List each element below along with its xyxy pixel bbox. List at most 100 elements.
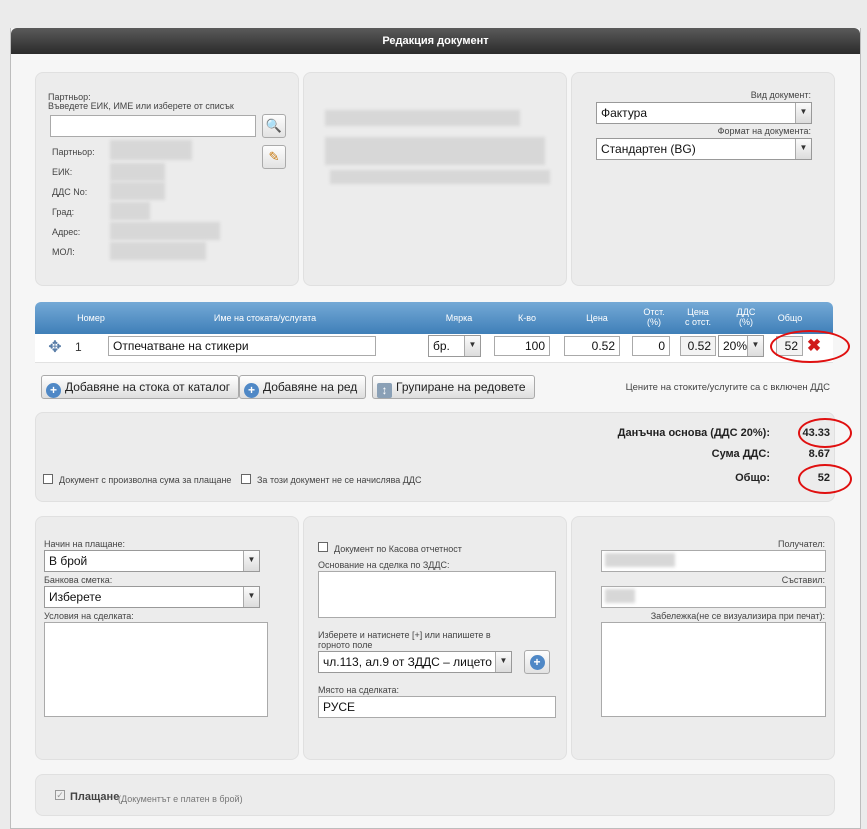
- disc-price-input[interactable]: [680, 336, 716, 356]
- col-vat-line1: ДДС: [736, 307, 756, 317]
- vat-value: 20%: [723, 339, 748, 353]
- plus-circle-icon: +: [244, 383, 259, 398]
- company-info-redacted-3: [330, 170, 550, 184]
- partner-name-label: Партньор:: [52, 147, 95, 157]
- note-label: Забележка(не се визуализира при печат):: [650, 611, 825, 621]
- author-redacted: [605, 589, 635, 603]
- col-unit: Мярка: [445, 313, 473, 323]
- col-discount-line1: Отст.: [643, 307, 665, 317]
- col-discount-line2: (%): [647, 317, 661, 327]
- partner-search-input[interactable]: [50, 115, 256, 137]
- add-basis-button[interactable]: +: [524, 650, 550, 674]
- col-vat-line2: (%): [739, 317, 753, 327]
- author-label: Съставил:: [781, 575, 825, 585]
- payment-method-select[interactable]: В брой ▼: [44, 550, 260, 572]
- recipient-label: Получател:: [777, 539, 825, 549]
- col-number: Номер: [77, 313, 105, 323]
- partner-lookup-button[interactable]: 🔍: [262, 114, 286, 138]
- company-info-redacted: [325, 110, 520, 126]
- partner-vat-label: ДДС No:: [52, 187, 88, 197]
- col-total: Общо: [777, 313, 803, 323]
- price-input[interactable]: [564, 336, 620, 356]
- add-from-catalog-label: Добавяне на стока от каталог: [65, 380, 231, 394]
- no-vat-checkbox[interactable]: [241, 474, 251, 484]
- chevron-down-icon: ▼: [243, 587, 259, 607]
- group-rows-label: Групиране на редовете: [396, 380, 526, 394]
- partner-city-redacted: [110, 202, 150, 220]
- pencil-icon: ✎: [268, 149, 280, 164]
- add-catalog-icon: +: [46, 383, 61, 398]
- choose-basis-label-1: Изберете и натиснете [+] или напишете в: [318, 630, 491, 640]
- add-row-label: Добавяне на ред: [263, 380, 358, 394]
- doc-type-value: Фактура: [601, 106, 648, 120]
- items-table-header: Номер Име на стоката/услугата Мярка К-во…: [35, 302, 833, 334]
- col-disc-price: Цена с отст.: [679, 307, 717, 327]
- item-name-input[interactable]: [108, 336, 376, 356]
- recipient-redacted: [605, 553, 675, 567]
- partner-mol-label: МОЛ:: [52, 247, 75, 257]
- col-name: Име на стоката/услугата: [213, 313, 317, 323]
- bank-account-value: Изберете: [49, 590, 102, 604]
- group-rows-button[interactable]: ↕ Групиране на редовете: [372, 375, 535, 399]
- doc-format-value: Стандартен (BG): [601, 142, 696, 156]
- vat-select[interactable]: 20% ▼: [718, 335, 764, 357]
- chevron-down-icon: ▼: [243, 551, 259, 571]
- partner-mol-redacted: [110, 242, 206, 260]
- col-vat: ДДС (%): [729, 307, 763, 327]
- col-disc-price-line1: Цена: [687, 307, 709, 317]
- doc-type-select[interactable]: Фактура ▼: [596, 102, 812, 124]
- grand-total-highlight: [798, 464, 852, 494]
- terms-textarea[interactable]: [44, 622, 268, 717]
- company-info-redacted-2: [325, 137, 545, 165]
- deal-place-input[interactable]: [318, 696, 556, 718]
- deal-basis-label: Основание на сделка по ЗДДС:: [318, 560, 450, 570]
- partner-city-label: Град:: [52, 207, 75, 217]
- arbitrary-sum-checkbox[interactable]: [43, 474, 53, 484]
- deal-basis-textarea[interactable]: [318, 571, 556, 618]
- group-rows-icon: ↕: [377, 383, 392, 398]
- table-row: ✥ 1 бр. ▼ 20% ▼ ✖: [35, 334, 833, 363]
- qty-input[interactable]: [494, 336, 550, 356]
- arbitrary-sum-label: Документ с произволна сума за плащане: [59, 475, 232, 485]
- partner-hint: Въведете ЕИК, ИМЕ или изберете от списък: [48, 101, 234, 111]
- window-title: Редакция документ: [11, 28, 860, 54]
- vat-amount-value: 8.67: [808, 448, 830, 460]
- partner-vat-redacted: [110, 182, 165, 200]
- discount-input[interactable]: [632, 336, 670, 356]
- add-from-catalog-button[interactable]: + Добавяне на стока от каталог: [41, 375, 240, 399]
- choose-basis-label-2: горното поле: [318, 640, 373, 650]
- no-vat-label: За този документ не се начислява ДДС: [257, 475, 422, 485]
- unit-value: бр.: [433, 339, 450, 353]
- partner-address-redacted: [110, 222, 220, 240]
- note-textarea[interactable]: [601, 622, 826, 717]
- doc-type-label: Вид документ:: [750, 90, 811, 100]
- cash-accounting-label: Документ по Касова отчетност: [334, 544, 462, 554]
- paid-checkbox[interactable]: ✓: [55, 790, 65, 800]
- terms-label: Условия на сделката:: [44, 611, 134, 621]
- chevron-down-icon: ▼: [747, 336, 763, 356]
- partner-eik-redacted: [110, 163, 165, 181]
- paid-label: Плащане: [70, 791, 120, 803]
- col-qty: К-во: [518, 313, 536, 323]
- row-number: 1: [75, 340, 82, 354]
- drag-handle-icon[interactable]: ✥: [45, 338, 65, 358]
- grand-total-label: Общо:: [735, 472, 770, 484]
- chevron-down-icon: ▼: [795, 103, 811, 123]
- vat-amount-label: Сума ДДС:: [711, 448, 770, 460]
- partner-edit-button[interactable]: ✎: [262, 145, 286, 169]
- row-total-highlight: [770, 330, 850, 363]
- cash-accounting-checkbox[interactable]: [318, 542, 328, 552]
- deal-basis-select[interactable]: чл.113, ал.9 от ЗДДС – лицето не ▼: [318, 651, 512, 673]
- vat-included-note: Цените на стоките/услугите са с включен …: [625, 382, 830, 393]
- doc-format-label: Формат на документа:: [717, 126, 811, 136]
- partner-name-redacted: [110, 140, 192, 160]
- add-row-button[interactable]: + Добавяне на ред: [239, 375, 367, 399]
- unit-select[interactable]: бр. ▼: [428, 335, 481, 357]
- doc-format-select[interactable]: Стандартен (BG) ▼: [596, 138, 812, 160]
- chevron-down-icon: ▼: [795, 139, 811, 159]
- plus-circle-icon: +: [529, 655, 545, 670]
- bank-account-select[interactable]: Изберете ▼: [44, 586, 260, 608]
- col-price: Цена: [586, 313, 608, 323]
- magnifier-icon: 🔍: [265, 118, 283, 133]
- bank-account-label: Банкова сметка:: [44, 575, 113, 585]
